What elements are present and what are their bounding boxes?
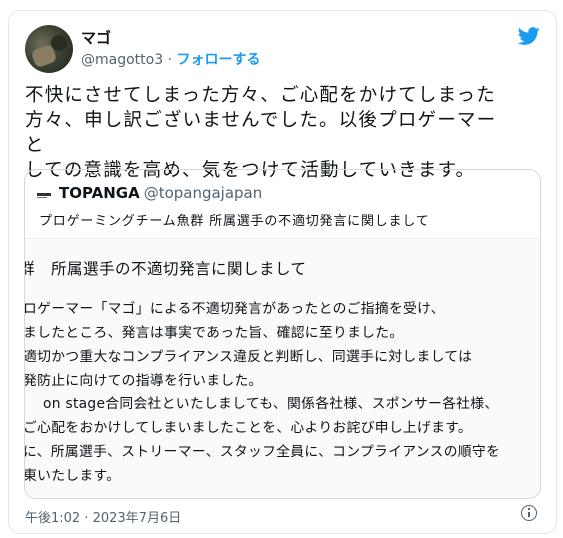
quoted-tweet[interactable]: TOPANGA @topangajapan プロゲーミングチーム魚群 所属選手の不… <box>24 169 541 499</box>
statement-line: ロゲーマー「マゴ」による不適切発言があったとのご指摘を受け、 <box>25 301 445 317</box>
statement-line: 発防止に向けての指導を行いました。 <box>25 373 263 389</box>
tweet-timestamp[interactable]: 午後1:02 · 2023年7月6日 <box>25 507 181 526</box>
avatar[interactable] <box>25 25 73 73</box>
statement-title: 群 所属選手の不適切発言に関しまして <box>25 260 307 278</box>
statement-line: ご心配をおかけしてしまいましたことを、心よりお詫び申し上げます。 <box>25 420 473 436</box>
author-name[interactable]: マゴ <box>81 27 111 48</box>
statement-line: ましたところ、発言は事実であった旨、確認に至りました。 <box>25 325 404 341</box>
embedded-tweet-card: マゴ @magotto3 · フォローする 不快にさせてしまった方々、ご心配をか… <box>8 10 557 534</box>
tweet-line: 不快にさせてしまった方々、ご心配をかけてしまった <box>25 85 496 106</box>
twitter-bird-icon[interactable] <box>516 25 542 47</box>
info-icon[interactable] <box>521 505 537 521</box>
statement-line: に、所属選手、ストリーマー、スタッフ全員に、コンプライアンスの順守を <box>25 444 501 460</box>
statement-line: 適切かつ重大なコンプライアンス違反と判断し、同選手に対しましては <box>25 349 473 365</box>
tweet-line: 方々、申し訳ございませんでした。以後プロゲーマーと <box>25 110 497 156</box>
avatar-head <box>51 35 67 51</box>
tweet-body: 不快にさせてしまった方々、ご心配をかけてしまった 方々、申し訳ございませんでした… <box>25 83 511 183</box>
follow-button[interactable]: フォローする <box>176 52 260 68</box>
topanga-logo-icon <box>37 193 51 198</box>
quoted-statement-image[interactable]: 群 所属選手の不適切発言に関しまして ロゲーマー「マゴ」による不適切発言があった… <box>25 238 540 498</box>
quoted-author: TOPANGA @topangajapan <box>59 184 262 202</box>
statement-line: 東いたします。 <box>25 468 121 484</box>
quoted-tweet-text: プロゲーミングチーム魚群 所属選手の不適切発言に関しまして <box>39 214 430 229</box>
author-handle-line: @magotto3 · フォローする <box>81 49 260 69</box>
quoted-author-name: TOPANGA <box>59 184 140 202</box>
statement-line: on stage合同会社といたしましても、関係各社様、スポンサー各社様、 <box>43 396 499 412</box>
handle-separator: · <box>163 52 177 68</box>
quoted-author-handle: @topangajapan <box>143 184 263 202</box>
author-handle[interactable]: @magotto3 <box>81 52 163 68</box>
